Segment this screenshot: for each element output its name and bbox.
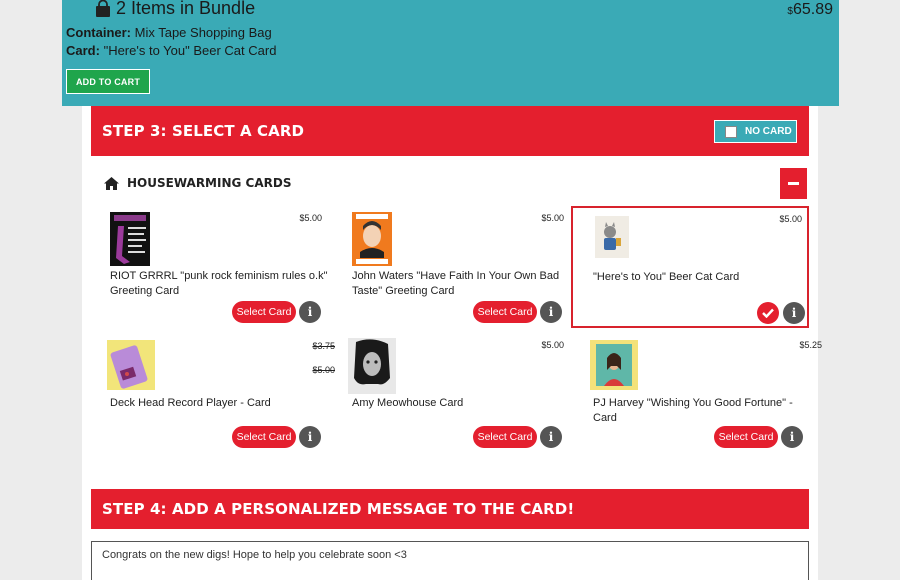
step-4-title: STEP 4: ADD A PERSONALIZED MESSAGE TO TH… — [102, 500, 575, 518]
card-name: John Waters "Have Faith In Your Own Bad … — [352, 270, 560, 297]
product-card[interactable]: $5.25 PJ Harvey "Wishing You Good Fortun… — [588, 334, 826, 456]
deck-head-card-image — [107, 340, 155, 390]
card-price: $5.00 — [541, 213, 564, 223]
checkmark-icon[interactable] — [757, 302, 779, 324]
select-card-button[interactable]: Select Card — [473, 301, 537, 323]
bundle-title-text: 2 Items in Bundle — [116, 0, 256, 18]
product-card[interactable]: $5.00 Amy Meowhouse Card Select Card i — [346, 334, 584, 456]
product-card-selected[interactable]: $5.00 "Here's to You" Beer Cat Card i — [571, 206, 809, 328]
category-header[interactable]: HOUSEWARMING CARDS — [104, 176, 291, 190]
home-icon — [104, 176, 119, 190]
riot-grrrl-card-image — [110, 212, 150, 266]
card-name: PJ Harvey "Wishing You Good Fortune" - C… — [593, 397, 793, 424]
card-value: "Here's to You" Beer Cat Card — [103, 43, 277, 58]
card-name: "Here's to You" Beer Cat Card — [593, 271, 740, 283]
card-old-price: $5.00 — [312, 365, 335, 375]
john-waters-card-image — [352, 212, 392, 266]
card-name: Amy Meowhouse Card — [352, 397, 464, 409]
product-card[interactable]: $5.00 John Waters "Have Faith In Your Ow… — [346, 207, 584, 329]
bundle-total-price: $65.89 — [787, 1, 833, 19]
bundle-title: 2 Items in Bundle — [94, 0, 255, 19]
no-card-label: NO CARD — [745, 126, 792, 137]
info-icon[interactable]: i — [540, 301, 562, 323]
select-card-button[interactable]: Select Card — [232, 426, 296, 448]
add-to-cart-button[interactable]: ADD TO CART — [66, 69, 150, 94]
amy-meowhouse-card-image — [348, 338, 396, 394]
bundle-container-line: Container: Mix Tape Shopping Bag — [66, 25, 272, 40]
card-name: RIOT GRRRL "punk rock feminism rules o.k… — [110, 270, 328, 297]
no-card-checkbox[interactable] — [725, 125, 737, 138]
beer-cat-card-image — [595, 216, 629, 258]
container-value: Mix Tape Shopping Bag — [134, 25, 272, 40]
no-card-toggle[interactable]: NO CARD — [714, 120, 797, 143]
step-4-header: STEP 4: ADD A PERSONALIZED MESSAGE TO TH… — [91, 489, 809, 529]
bundle-card-line: Card: "Here's to You" Beer Cat Card — [66, 43, 276, 58]
card-label: Card: — [66, 43, 100, 58]
card-name: Deck Head Record Player - Card — [110, 397, 271, 409]
step-3-title: STEP 3: SELECT A CARD — [102, 122, 305, 140]
info-icon[interactable]: i — [299, 301, 321, 323]
pj-harvey-card-image — [590, 340, 638, 390]
container-label: Container: — [66, 25, 131, 40]
select-card-button[interactable]: Select Card — [232, 301, 296, 323]
check-glyph — [762, 308, 774, 318]
info-icon[interactable]: i — [299, 426, 321, 448]
card-price: $3.75 — [312, 341, 335, 351]
select-card-button[interactable]: Select Card — [473, 426, 537, 448]
bundle-price-value: 65.89 — [792, 1, 833, 18]
shopping-bag-icon — [96, 0, 110, 17]
info-icon[interactable]: i — [781, 426, 803, 448]
product-card[interactable]: $3.75 $5.00 Deck Head Record Player - Ca… — [104, 334, 342, 456]
step-3-header: STEP 3: SELECT A CARD — [91, 106, 809, 156]
card-price: $5.00 — [541, 340, 564, 350]
category-title: HOUSEWARMING CARDS — [127, 176, 292, 190]
info-icon[interactable]: i — [540, 426, 562, 448]
product-card[interactable]: $5.00 RIOT GRRRL "punk rock feminism rul… — [104, 207, 342, 329]
bundle-summary: 2 Items in Bundle $65.89 Container: Mix … — [62, 0, 839, 106]
card-price: $5.00 — [299, 213, 322, 223]
personal-message-textarea[interactable]: Congrats on the new digs! Hope to help y… — [91, 541, 809, 580]
minus-icon — [788, 182, 799, 185]
info-icon[interactable]: i — [783, 302, 805, 324]
card-price: $5.00 — [779, 214, 802, 224]
collapse-category-button[interactable] — [780, 168, 807, 199]
select-card-button[interactable]: Select Card — [714, 426, 778, 448]
card-price: $5.25 — [799, 340, 822, 350]
